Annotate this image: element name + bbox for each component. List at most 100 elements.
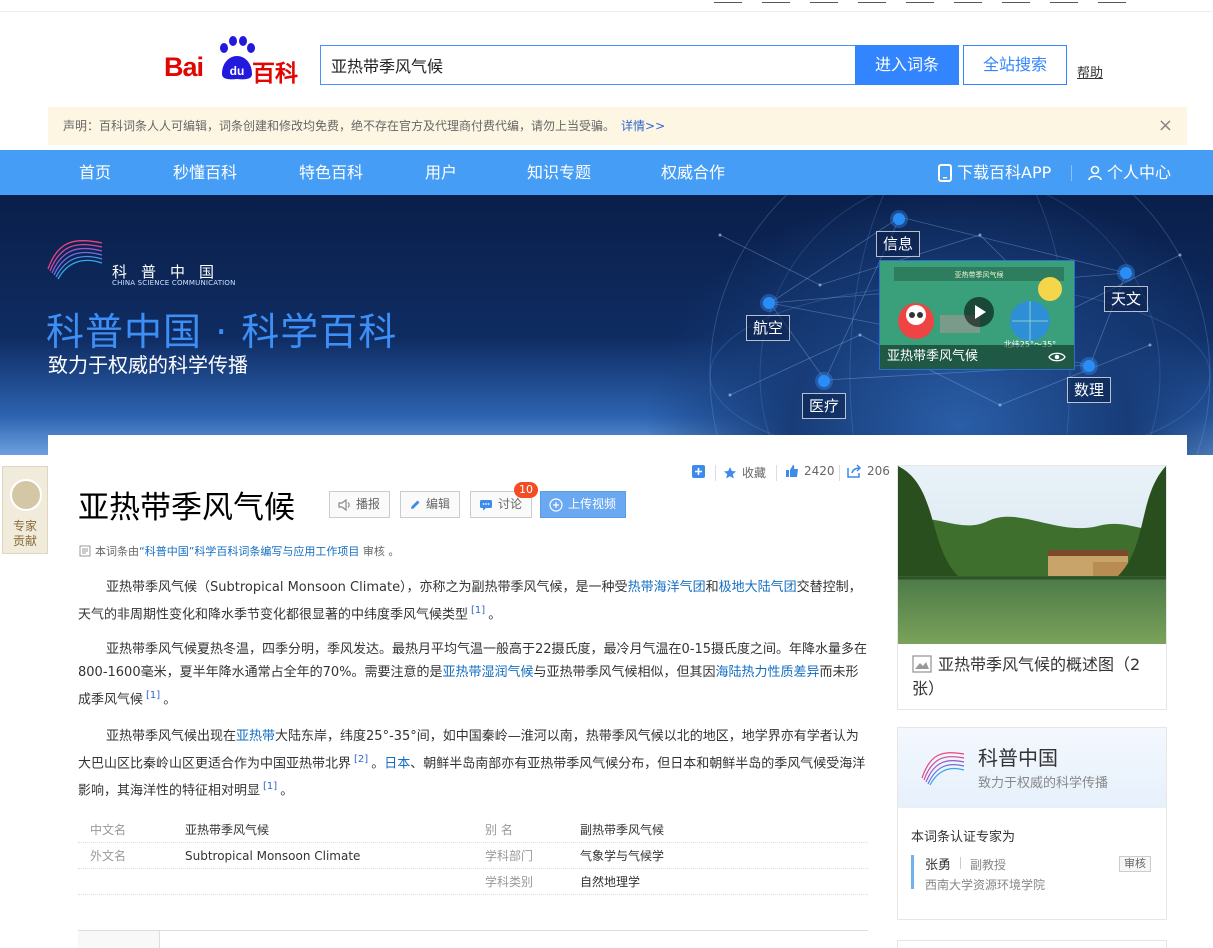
enter-entry-button[interactable]: 进入词条 <box>855 45 959 85</box>
side-tab-label-2: 贡献 <box>12 534 37 548</box>
notice-more-link[interactable]: 详情>> <box>621 119 665 133</box>
reference-marker[interactable]: [1] <box>263 781 277 792</box>
disclaimer-notice: 声明：百科词条人人可编辑，词条创建和修改均免费，绝不存在官方及代理商付费代编，请… <box>48 107 1187 145</box>
logo-du-text: du <box>230 64 245 78</box>
link-humid-subtropical[interactable]: 亚热带湿润气候 <box>442 665 533 680</box>
nav-item-topics[interactable]: 知识专题 <box>527 150 591 195</box>
network-node <box>893 213 905 225</box>
top-link[interactable] <box>906 0 934 3</box>
baidu-paw-icon: du <box>220 36 255 80</box>
chat-icon <box>480 499 492 510</box>
share-button[interactable]: 206 <box>847 464 890 478</box>
reference-marker[interactable]: [2] <box>354 754 368 765</box>
banner-tag-medical[interactable]: 医疗 <box>802 393 847 419</box>
play-icon[interactable] <box>964 297 994 327</box>
expert-section-title: 本词条认证专家为 <box>911 830 1016 845</box>
top-link[interactable] <box>954 0 982 3</box>
nav-item-user[interactable]: 用户 <box>425 150 457 195</box>
top-link[interactable] <box>762 0 790 3</box>
top-link[interactable] <box>1098 0 1126 3</box>
collect-button[interactable]: 收藏 <box>723 464 766 481</box>
banner-tag-info[interactable]: 信息 <box>876 231 921 257</box>
next-sidebar-box <box>897 940 1167 948</box>
text-run: 。 <box>371 756 385 772</box>
top-link[interactable] <box>858 0 886 3</box>
text-run: 。 <box>280 783 294 799</box>
text-run: 与亚热带季风气候相似，但其因 <box>533 665 716 680</box>
close-icon[interactable]: × <box>1158 107 1173 145</box>
info-value: 亚热带季风气候 <box>185 823 270 837</box>
link-japan[interactable]: 日本 <box>384 756 410 771</box>
album-photo[interactable] <box>898 466 1166 644</box>
album-card[interactable]: 亚热带季风气候的概述图（2张） <box>897 465 1167 710</box>
help-link[interactable]: 帮助 <box>1077 62 1103 81</box>
edit-button[interactable]: 编辑 <box>400 491 461 518</box>
nav-item-miaodong[interactable]: 秒懂百科 <box>173 150 237 195</box>
top-utility-bar <box>0 0 1213 12</box>
like-button[interactable]: 2420 <box>785 464 835 478</box>
audit-badge: 审核 <box>1119 856 1151 872</box>
nav-divider <box>1071 165 1072 181</box>
star-icon <box>724 466 736 478</box>
link-polar-continental-air[interactable]: 极地大陆气团 <box>719 580 797 595</box>
review-org-link[interactable]: “科普中国”科学百科词条编写与应用工作项目 <box>139 545 359 558</box>
network-node <box>1083 360 1095 372</box>
download-app-link[interactable]: 下载百科APP <box>937 150 1051 195</box>
network-node <box>818 375 830 387</box>
text-run: 和 <box>705 580 719 595</box>
top-link[interactable] <box>810 0 838 3</box>
kepu-box-title: 科普中国 <box>978 746 1058 770</box>
broadcast-label: 播报 <box>356 497 381 511</box>
link-subtropics[interactable]: 亚热带 <box>236 729 275 744</box>
info-row: 中文名 亚热带季风气候 别 名 副热带季风气候 <box>78 817 868 843</box>
edit-label: 编辑 <box>426 497 451 511</box>
expert-accent-bar <box>911 855 914 889</box>
search-input[interactable] <box>320 45 856 85</box>
info-key: 学科部门 <box>485 849 534 863</box>
expert-contribution-tab[interactable]: 专家 贡献 <box>2 466 48 554</box>
collect-label: 收藏 <box>742 466 767 480</box>
link-tropical-maritime-air[interactable]: 热带海洋气团 <box>628 580 706 595</box>
banner-tag-math-physics[interactable]: 数理 <box>1067 377 1112 403</box>
info-value: 气象学与气候学 <box>580 849 665 863</box>
paragraph-3: 亚热带季风气候出现在亚热带大陆东岸，纬度25°-35°间，如中国秦岭—淮河以南，… <box>78 725 868 803</box>
baidu-baike-logo[interactable]: Bai du 百科 <box>164 36 304 87</box>
reference-marker[interactable]: [1] <box>146 690 160 701</box>
personal-center-link[interactable]: 个人中心 <box>1087 150 1171 195</box>
text-run: 。 <box>488 607 502 623</box>
landscape-photo <box>898 466 1166 644</box>
site-search-button[interactable]: 全站搜索 <box>963 45 1067 85</box>
eye-icon <box>1048 352 1066 362</box>
album-caption[interactable]: 亚热带季风气候的概述图（2张） <box>912 653 1157 701</box>
link-land-sea-contrast[interactable]: 海陆热力性质差异 <box>716 665 820 680</box>
document-icon <box>79 545 91 557</box>
top-link[interactable] <box>1050 0 1078 3</box>
nav-item-featured[interactable]: 特色百科 <box>299 150 363 195</box>
plus-circle-icon <box>549 497 563 512</box>
album-caption-text: 亚热带季风气候的概述图（2张） <box>912 655 1141 698</box>
banner-tag-aviation[interactable]: 航空 <box>746 315 791 341</box>
banner-subtitle: 致力于权威的科学传播 <box>48 353 248 377</box>
video-inner-title: 亚热带季风气候 <box>955 270 1004 279</box>
upload-video-button[interactable]: 上传视频 <box>540 491 627 518</box>
featured-video-card[interactable]: 亚热带季风气候 北纬25°～35° 亚热带季风气候 <box>879 260 1075 370</box>
divider <box>839 465 840 481</box>
kepu-box-header[interactable]: 科普中国 致力于权威的科学传播 <box>898 728 1166 808</box>
banner-tag-astronomy[interactable]: 天文 <box>1104 286 1149 312</box>
expert-name[interactable]: 张勇 <box>925 854 951 873</box>
broadcast-button[interactable]: 播报 <box>329 491 391 518</box>
top-link[interactable] <box>714 0 742 3</box>
reference-marker[interactable]: [1] <box>471 605 485 616</box>
nav-item-home[interactable]: 首页 <box>79 150 111 195</box>
logo-baike-text: 百科 <box>252 61 298 87</box>
logo-bai-text: Bai <box>164 52 204 82</box>
image-icon <box>912 655 932 673</box>
add-icon[interactable] <box>692 465 705 478</box>
info-value: Subtropical Monsoon Climate <box>185 849 361 863</box>
top-link[interactable] <box>1002 0 1030 3</box>
nav-item-authority[interactable]: 权威合作 <box>661 150 725 195</box>
thumbs-up-icon <box>786 465 798 477</box>
main-nav: 首页 秒懂百科 特色百科 用户 知识专题 权威合作 下载百科APP 个人中心 <box>0 150 1213 195</box>
upload-video-label: 上传视频 <box>568 497 617 511</box>
expert-school: 西南大学资源环境学院 <box>925 878 1046 892</box>
